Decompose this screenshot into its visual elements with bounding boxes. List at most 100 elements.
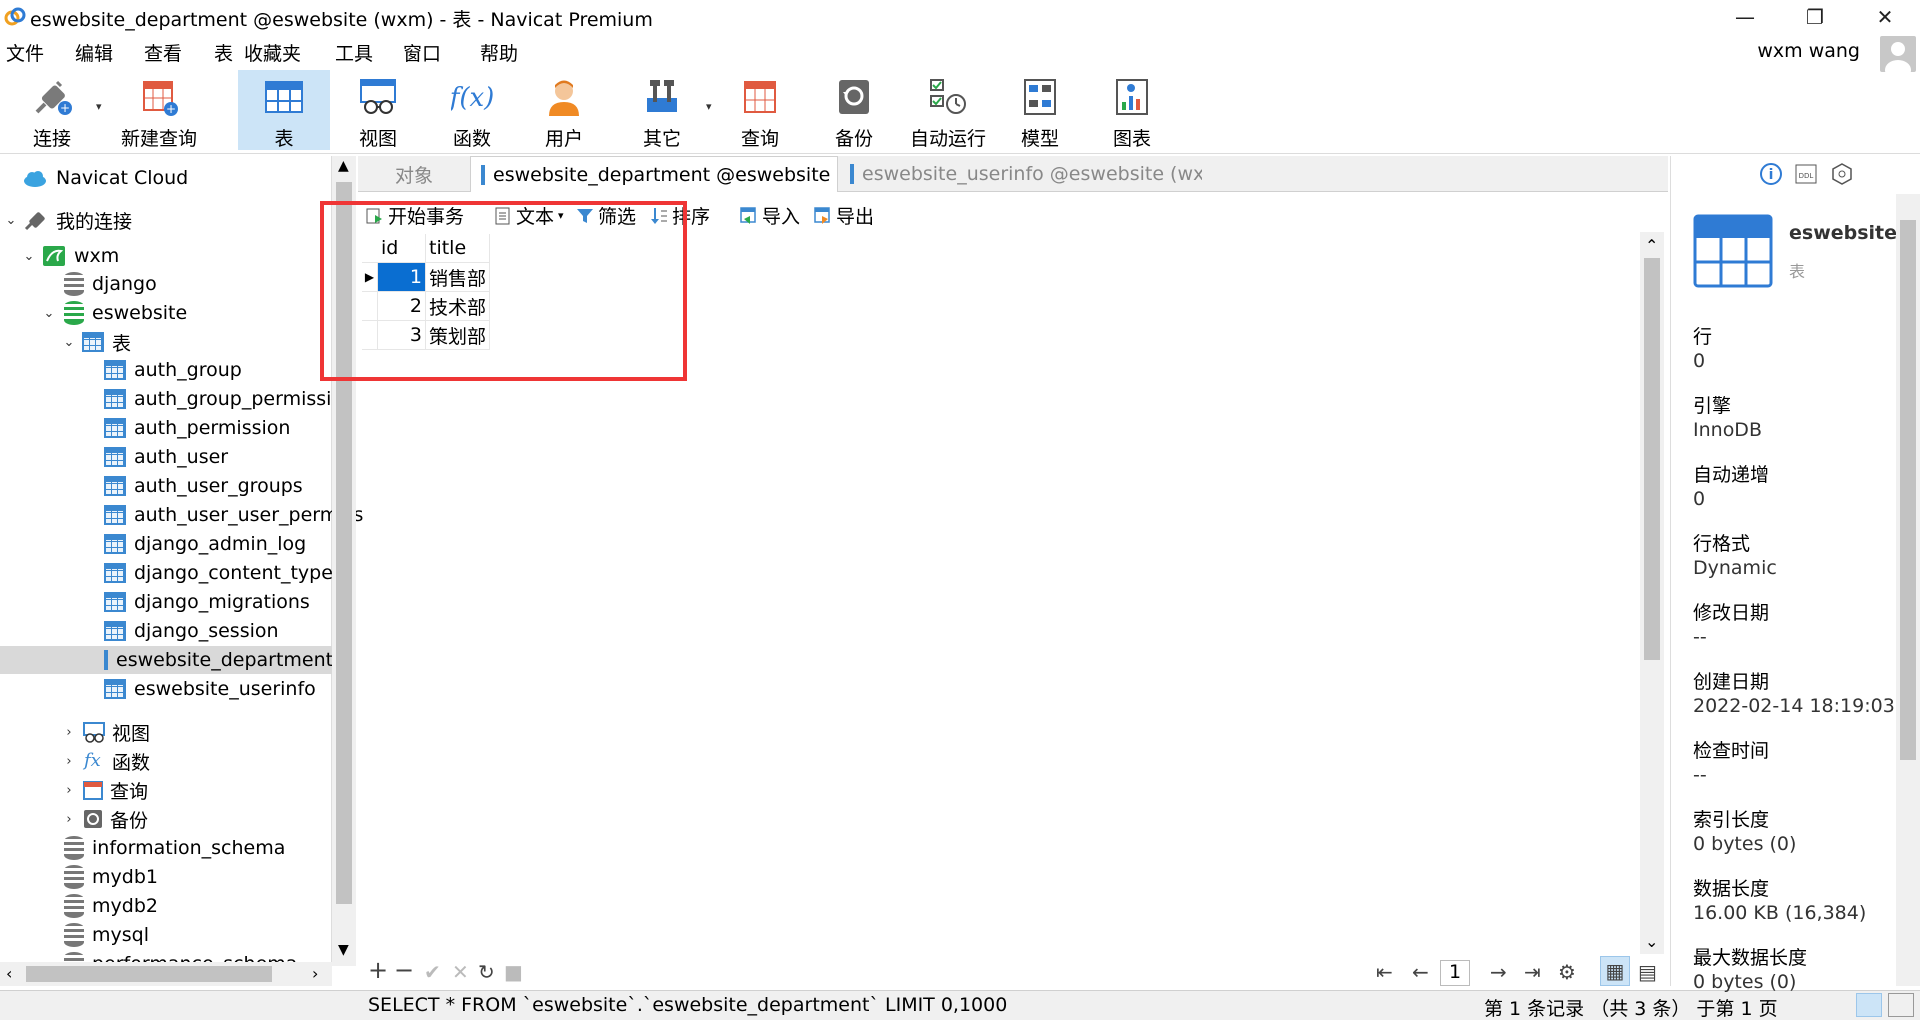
last-page-icon[interactable]: ⇥ [1524, 960, 1541, 984]
delete-record-icon[interactable]: − [394, 956, 414, 984]
sidebar-table-item[interactable]: django_migrations [104, 588, 310, 616]
info-field-value: -- [1693, 764, 1707, 786]
chevron-right-icon[interactable]: › [60, 783, 78, 798]
next-page-icon[interactable]: → [1490, 960, 1507, 984]
sidebar-table-item[interactable]: eswebsite_department [0, 646, 333, 674]
scroll-left-icon[interactable]: ‹ [6, 964, 12, 983]
sidebar-db-django[interactable]: django [64, 270, 157, 298]
toolbar-autorun-button[interactable]: 自动运行 [898, 70, 998, 150]
chevron-right-icon[interactable]: › [60, 812, 78, 827]
first-page-icon[interactable]: ⇤ [1376, 960, 1393, 984]
menu-favorites[interactable]: 收藏夹 [244, 39, 301, 66]
sidebar-db-information-schema[interactable]: information_schema [64, 834, 285, 862]
sidebar-group-views[interactable]: › 视图 [60, 718, 150, 746]
grid-scroll-thumb[interactable] [1644, 258, 1660, 660]
menu-view[interactable]: 查看 [144, 39, 182, 66]
toolbar-chart-button[interactable]: 图表 [1086, 70, 1178, 150]
previous-page-icon[interactable]: ← [1412, 960, 1429, 984]
sidebar-group-backups[interactable]: › 备份 [60, 805, 148, 833]
toolbar-user-button[interactable]: 用户 [518, 70, 610, 150]
layout-toggle-icon[interactable] [1856, 993, 1882, 1017]
new-query-icon: + [143, 81, 178, 116]
panel-toggle-icon[interactable] [1888, 993, 1914, 1017]
sidebar-db-mydb2[interactable]: mydb2 [64, 892, 158, 920]
sidebar-table-item[interactable]: auth_group [104, 356, 242, 384]
refresh-icon[interactable]: ↻ [478, 960, 495, 984]
add-record-icon[interactable]: + [368, 956, 388, 984]
info-field-value: 0 bytes (0) [1693, 833, 1797, 855]
chevron-right-icon[interactable]: › [60, 754, 78, 769]
menu-file[interactable]: 文件 [6, 39, 44, 66]
form-view-icon[interactable]: ▤ [1638, 960, 1657, 984]
sidebar-db-mydb1[interactable]: mydb1 [64, 863, 158, 891]
other-dropdown-caret-icon[interactable]: ▾ [706, 100, 712, 113]
toolbar-connect-button[interactable]: + 连接 [6, 70, 98, 150]
function-icon: f(x) [451, 83, 493, 113]
menu-edit[interactable]: 编辑 [75, 39, 113, 66]
sidebar-table-item[interactable]: django_session [104, 617, 279, 645]
toolbar-model-button[interactable]: 模型 [994, 70, 1086, 150]
sidebar-navicat-cloud[interactable]: Navicat Cloud [22, 164, 188, 192]
connect-dropdown-caret-icon[interactable]: ▾ [96, 100, 102, 113]
ddl-icon[interactable]: DDL [1795, 164, 1817, 184]
grid-view-icon[interactable]: ▦ [1600, 956, 1630, 986]
chevron-down-icon[interactable]: ⌄ [20, 249, 38, 264]
sidebar-table-item[interactable]: django_admin_log [104, 530, 306, 558]
toolbar-table-button[interactable]: 表 [238, 70, 330, 150]
export-button[interactable]: 导出 [814, 202, 874, 229]
chevron-down-icon[interactable]: ⌄ [60, 335, 78, 350]
user-name[interactable]: wxm wang [1757, 40, 1860, 62]
scroll-up-icon[interactable]: ▲ [338, 158, 349, 174]
minimize-button[interactable]: — [1710, 0, 1780, 34]
menu-table[interactable]: 表 [214, 39, 233, 66]
sidebar-db-eswebsite[interactable]: ⌄ eswebsite [40, 299, 187, 327]
scroll-right-icon[interactable]: › [312, 964, 318, 983]
sidebar-table-item[interactable]: auth_user [104, 443, 228, 471]
toolbar-other-button[interactable]: 其它 [616, 70, 708, 150]
tab-eswebsite-userinfo[interactable]: eswebsite_userinfo @eswebsite (wx... [840, 156, 1202, 192]
view-icon [83, 722, 105, 743]
discard-changes-icon[interactable]: ✕ [452, 960, 469, 984]
toolbar-query-button[interactable]: 查询 [714, 70, 806, 150]
chevron-down-icon[interactable]: ⌄ [40, 306, 58, 321]
stop-icon[interactable]: ■ [504, 960, 523, 984]
toolbar-model-label: 模型 [1020, 128, 1059, 150]
sidebar-table-item[interactable]: auth_permission [104, 414, 290, 442]
scroll-up-icon[interactable]: ⌃ [1645, 236, 1658, 255]
chevron-down-icon[interactable]: ⌄ [2, 213, 20, 228]
gear-icon[interactable]: ⚙ [1558, 960, 1576, 984]
close-button[interactable]: ✕ [1850, 0, 1920, 34]
sidebar-connection-wxm[interactable]: ⌄ wxm [20, 242, 120, 270]
sidebar-db-mysql[interactable]: mysql [64, 921, 149, 949]
sidebar-group-queries[interactable]: › 查询 [60, 776, 148, 804]
sidebar-table-item[interactable]: auth_group_permission [104, 385, 355, 413]
restore-button[interactable]: ❐ [1780, 0, 1850, 34]
toolbar-backup-button[interactable]: 备份 [808, 70, 900, 150]
sidebar-table-item[interactable]: eswebsite_userinfo [104, 675, 316, 703]
menu-help[interactable]: 帮助 [480, 39, 518, 66]
info-icon[interactable]: i [1759, 162, 1783, 186]
page-number-input[interactable]: 1 [1440, 960, 1470, 986]
toolbar-function-button[interactable]: f(x) 函数 [426, 70, 518, 150]
sidebar-hscroll-thumb[interactable] [26, 966, 272, 982]
grid-bottom-bar: + − ✔ ✕ ↻ ■ ⇤ ← → ⇥ ⚙ ▦ ▤ [358, 956, 1668, 988]
sidebar-table-item[interactable]: django_content_type [104, 559, 333, 587]
toolbar-new-query-button[interactable]: + 新建查询 [104, 70, 214, 150]
tab-eswebsite-department[interactable]: eswebsite_department @eswebsite ... [470, 156, 838, 192]
tab-objects[interactable]: 对象 [360, 156, 468, 192]
scroll-down-icon[interactable]: ⌄ [1645, 932, 1658, 951]
sidebar-my-connections[interactable]: ⌄ 我的连接 [2, 206, 132, 234]
import-button[interactable]: 导入 [740, 202, 800, 229]
hexagon-settings-icon[interactable] [1831, 162, 1853, 186]
toolbar-view-button[interactable]: 视图 [332, 70, 424, 150]
menu-window[interactable]: 窗口 [403, 39, 441, 66]
menu-tools[interactable]: 工具 [335, 39, 373, 66]
info-panel-scroll-thumb[interactable] [1900, 220, 1916, 760]
chevron-right-icon[interactable]: › [60, 725, 78, 740]
sidebar-table-item[interactable]: auth_user_groups [104, 472, 303, 500]
apply-changes-icon[interactable]: ✔ [424, 960, 441, 984]
sidebar-table-item[interactable]: auth_user_user_permiss [104, 501, 363, 529]
sidebar-group-functions[interactable]: › fx 函数 [60, 747, 150, 775]
sidebar-group-tables[interactable]: ⌄ 表 [60, 328, 131, 356]
scroll-down-icon[interactable]: ▼ [338, 942, 349, 958]
